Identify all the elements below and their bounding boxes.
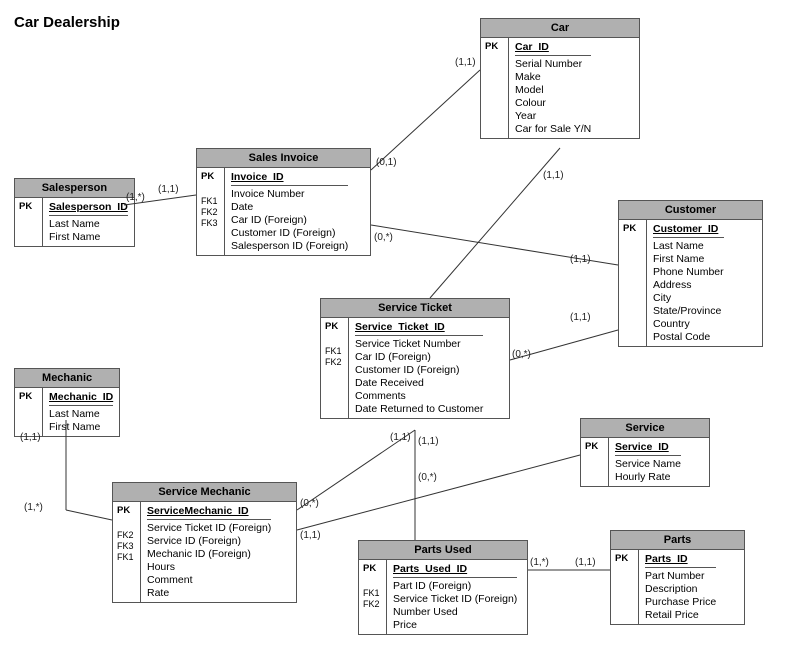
entity-sales-invoice: Sales Invoice PK FK1 FK2 FK3 Invoice_ID … [196, 148, 371, 256]
car-field-2: Model [515, 84, 591, 96]
entity-service-mechanic: Service Mechanic PK FK2 FK3 FK1 ServiceM… [112, 482, 297, 603]
svg-text:(1,1): (1,1) [575, 557, 596, 568]
entity-car-header: Car [481, 19, 639, 38]
car-field-3: Colour [515, 97, 591, 109]
entity-parts-used-header: Parts Used [359, 541, 527, 560]
svg-text:(1,1): (1,1) [300, 530, 321, 541]
sales-invoice-pk-field: Invoice_ID [231, 171, 348, 183]
mechanic-pk-label: PK [19, 391, 38, 402]
svg-text:(1,1): (1,1) [570, 254, 591, 265]
entity-service-header: Service [581, 419, 709, 438]
service-mechanic-pk-label: PK [117, 505, 136, 516]
entity-salesperson: Salesperson PK Salesperson_ID Last Name … [14, 178, 135, 247]
svg-text:(1,1): (1,1) [455, 57, 476, 68]
salesperson-field-0: Last Name [49, 218, 128, 230]
car-field-4: Year [515, 110, 591, 122]
service-ticket-pk-field: Service_Ticket_ID [355, 321, 483, 333]
svg-text:(1,1): (1,1) [390, 432, 411, 443]
entity-mechanic-header: Mechanic [15, 369, 119, 388]
service-ticket-pk-label: PK [325, 321, 344, 332]
salesperson-pk-label: PK [19, 201, 38, 212]
entity-service-mechanic-header: Service Mechanic [113, 483, 296, 502]
svg-text:(1,*): (1,*) [24, 502, 43, 513]
service-mechanic-pk-field: ServiceMechanic_ID [147, 505, 271, 517]
svg-text:(0,*): (0,*) [418, 472, 437, 483]
entity-customer-header: Customer [619, 201, 762, 220]
svg-text:(0,1): (0,1) [376, 157, 397, 168]
car-field-0: Serial Number [515, 58, 591, 70]
salesperson-field-1: First Name [49, 231, 128, 243]
entity-service-ticket-header: Service Ticket [321, 299, 509, 318]
salesperson-pk-field: Salesperson_ID [49, 201, 128, 213]
customer-pk-label: PK [623, 223, 642, 234]
svg-text:(0,*): (0,*) [374, 232, 393, 243]
entity-parts-used: Parts Used PK FK1 FK2 Parts_Used_ID Part… [358, 540, 528, 635]
page-title: Car Dealership [14, 14, 120, 31]
entity-customer: Customer PK Customer_ID Last Name First … [618, 200, 763, 347]
entity-mechanic: Mechanic PK Mechanic_ID Last Name First … [14, 368, 120, 437]
parts-used-pk-label: PK [363, 563, 382, 574]
mechanic-pk-field: Mechanic_ID [49, 391, 113, 403]
car-pk-field: Car_ID [515, 41, 591, 53]
parts-pk-field: Parts_ID [645, 553, 716, 565]
svg-text:(1,1): (1,1) [570, 312, 591, 323]
parts-used-pk-field: Parts_Used_ID [393, 563, 517, 575]
svg-text:(1,*): (1,*) [530, 557, 549, 568]
service-pk-field: Service_ID [615, 441, 681, 453]
svg-text:(1,1): (1,1) [543, 170, 564, 181]
entity-parts: Parts PK Parts_ID Part Number Descriptio… [610, 530, 745, 625]
svg-text:(1,1): (1,1) [158, 184, 179, 195]
svg-text:(1,1): (1,1) [418, 436, 439, 447]
svg-text:(0,*): (0,*) [512, 349, 531, 360]
entity-car: Car PK Car_ID Serial Number Make Model C… [480, 18, 640, 139]
customer-pk-field: Customer_ID [653, 223, 724, 235]
entity-service: Service PK Service_ID Service Name Hourl… [580, 418, 710, 487]
car-pk-label: PK [485, 41, 504, 52]
svg-text:(0,*): (0,*) [300, 498, 319, 509]
entity-salesperson-header: Salesperson [15, 179, 134, 198]
service-pk-label: PK [585, 441, 604, 452]
entity-service-ticket: Service Ticket PK FK1 FK2 Service_Ticket… [320, 298, 510, 419]
car-field-1: Make [515, 71, 591, 83]
car-field-5: Car for Sale Y/N [515, 123, 591, 135]
entity-parts-header: Parts [611, 531, 744, 550]
entity-sales-invoice-header: Sales Invoice [197, 149, 370, 168]
parts-pk-label: PK [615, 553, 634, 564]
sales-invoice-pk-label: PK [201, 171, 220, 182]
